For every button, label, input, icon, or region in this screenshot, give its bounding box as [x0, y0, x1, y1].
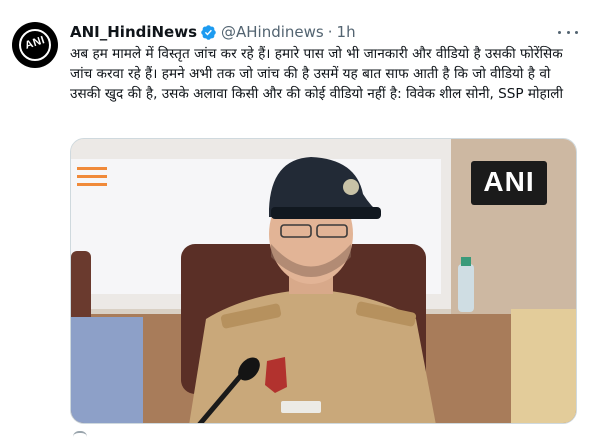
reply-icon[interactable]	[73, 431, 87, 439]
ani-watermark-text: ANI	[483, 166, 535, 197]
avatar[interactable]: ANI	[12, 22, 58, 68]
tweet-header: ANI_HindiNews @AHindinews · 1h	[70, 22, 356, 42]
display-name[interactable]: ANI_HindiNews	[70, 23, 197, 41]
tweet-text: अब हम मामले में विस्तृत जांच कर रहे हैं।…	[70, 46, 567, 102]
verified-badge-icon	[200, 24, 217, 41]
tweet[interactable]: ANI ANI_HindiNews @AHindinews · 1h अब हम…	[0, 0, 594, 437]
timestamp[interactable]: 1h	[337, 23, 356, 41]
more-options-icon[interactable]	[558, 26, 578, 38]
separator-dot: ·	[327, 23, 333, 41]
tweet-media-image[interactable]: ANI	[70, 138, 577, 424]
user-handle[interactable]: @AHindinews	[221, 23, 324, 41]
